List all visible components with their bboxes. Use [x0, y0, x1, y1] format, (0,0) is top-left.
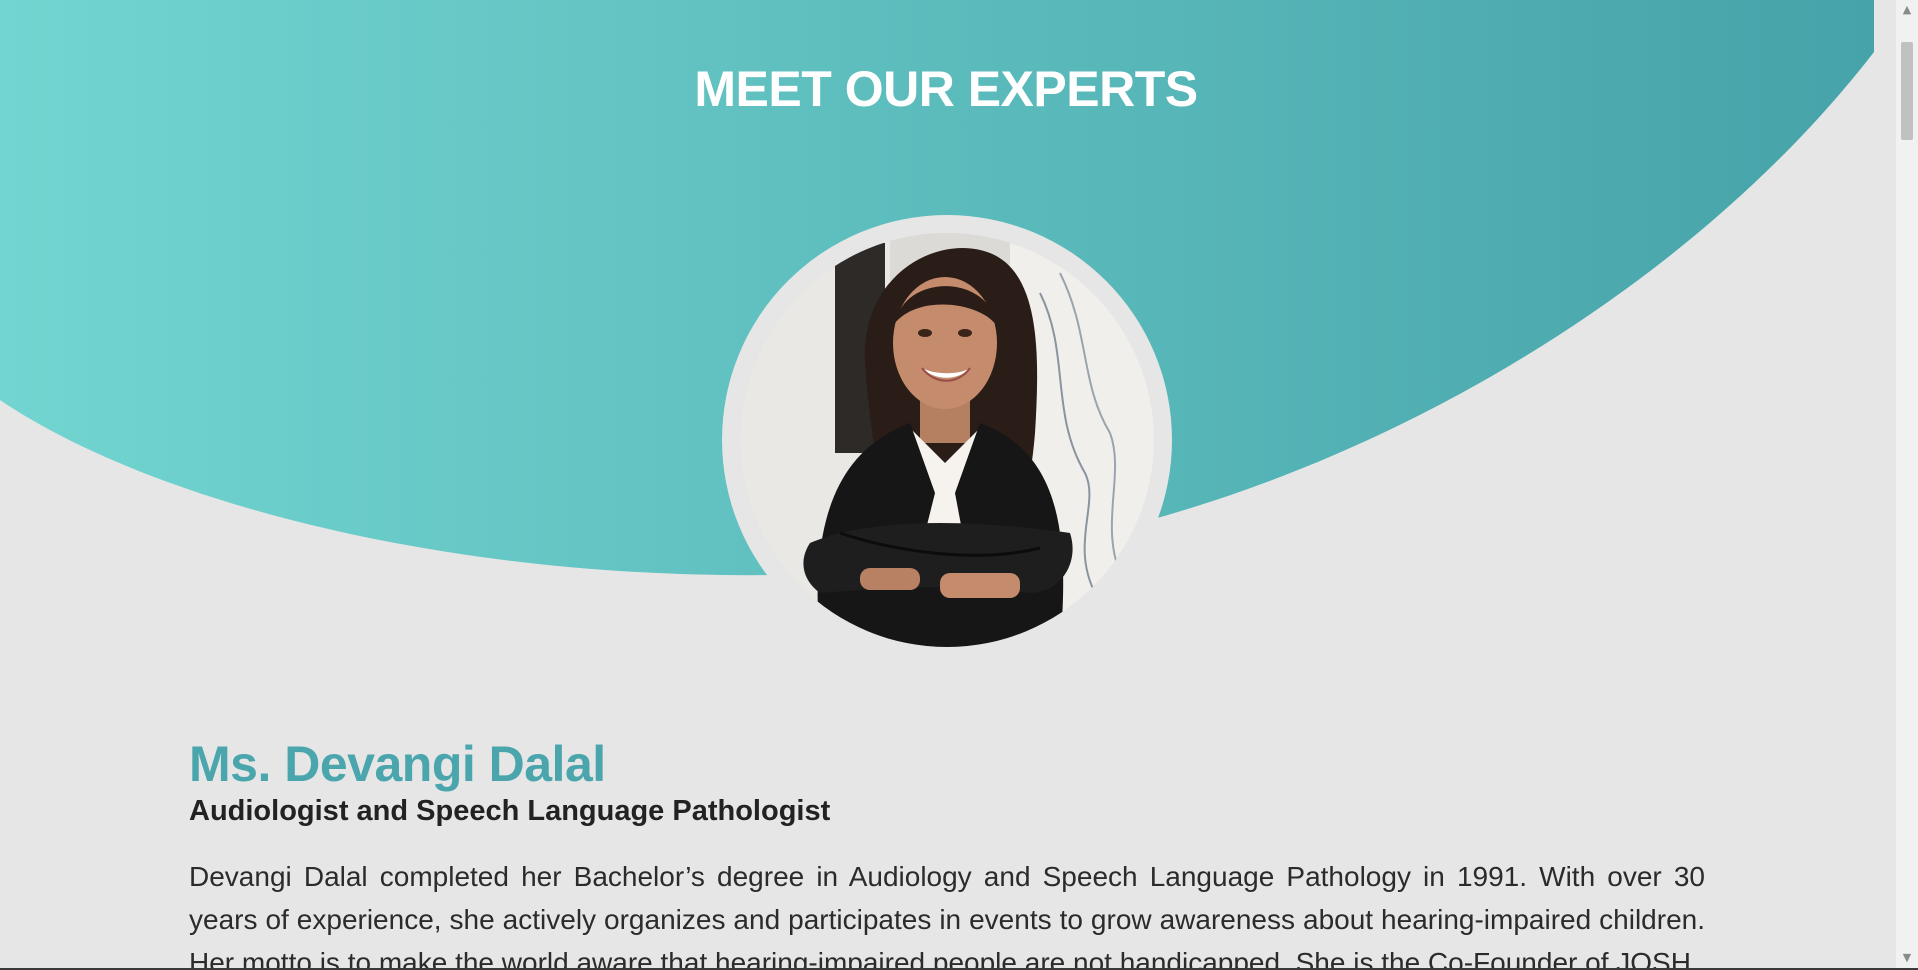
expert-role: Audiologist and Speech Language Patholog… — [189, 795, 831, 827]
page: MEET OUR EXPERTS Ms. Devangi Dalal Audio… — [0, 0, 1918, 970]
expert-bio: Devangi Dalal completed her Bachelor’s d… — [189, 861, 1705, 968]
scroll-up-arrow-icon[interactable]: ▲ — [1896, 0, 1918, 20]
scrollbar-thumb[interactable] — [1901, 42, 1913, 140]
vertical-scrollbar[interactable]: ▲ ▼ — [1896, 0, 1918, 968]
viewport: MEET OUR EXPERTS Ms. Devangi Dalal Audio… — [0, 0, 1896, 968]
expert-name: Ms. Devangi Dalal — [189, 736, 606, 792]
expert-photo — [740, 233, 1154, 647]
scroll-down-arrow-icon[interactable]: ▼ — [1896, 948, 1918, 968]
portrait-frame — [722, 215, 1172, 665]
expert-profile: Ms. Devangi Dalal Audiologist and Speech… — [189, 735, 1705, 968]
section-title: MEET OUR EXPERTS — [694, 61, 1198, 117]
